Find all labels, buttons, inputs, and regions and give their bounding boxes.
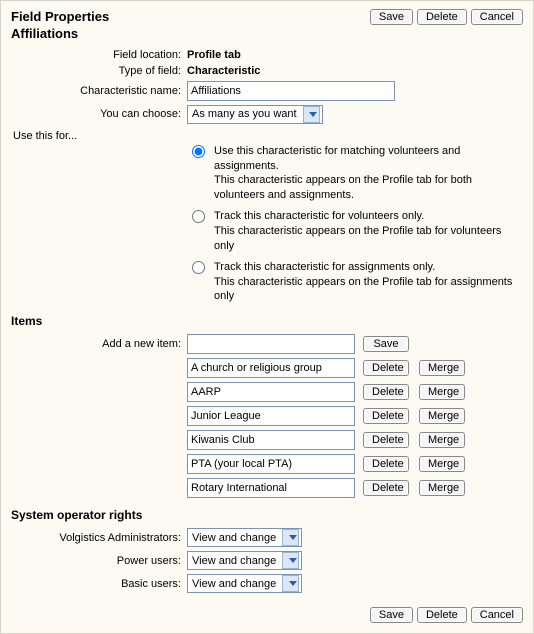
use-this-for-label: Use this for... xyxy=(13,130,523,142)
item-delete-button[interactable]: Delete xyxy=(363,480,409,496)
titles: Field Properties Affiliations xyxy=(11,9,109,43)
item-merge-button[interactable]: Merge xyxy=(419,480,465,496)
item-delete-button[interactable]: Delete xyxy=(363,456,409,472)
you-can-choose-select[interactable]: As many as you want xyxy=(187,105,323,124)
use-for-option: Use this characteristic for matching vol… xyxy=(187,144,523,203)
characteristic-name-label: Characteristic name: xyxy=(11,85,181,97)
use-for-text: Use this characteristic for matching vol… xyxy=(214,144,523,203)
you-can-choose-value: As many as you want xyxy=(192,108,297,120)
item-merge-button[interactable]: Merge xyxy=(419,456,465,472)
chevron-down-icon xyxy=(282,575,299,592)
rights-value: View and change xyxy=(192,532,276,544)
rights-select[interactable]: View and change xyxy=(187,551,302,570)
use-for-option: Track this characteristic for assignment… xyxy=(187,260,523,305)
item-merge-button[interactable]: Merge xyxy=(419,360,465,376)
rights-label: Power users: xyxy=(11,555,181,567)
type-of-field-label: Type of field: xyxy=(11,65,181,77)
use-for-line1: Use this characteristic for matching vol… xyxy=(214,144,523,174)
use-for-radio[interactable] xyxy=(192,145,205,158)
use-for-line1: Track this characteristic for volunteers… xyxy=(214,209,523,224)
delete-button[interactable]: Delete xyxy=(417,9,467,25)
footer-cancel-button[interactable]: Cancel xyxy=(471,607,523,623)
item-name-input[interactable] xyxy=(187,478,355,498)
add-new-item-label: Add a new item: xyxy=(11,338,181,350)
use-for-text: Track this characteristic for volunteers… xyxy=(214,209,523,254)
item-delete-button[interactable]: Delete xyxy=(363,432,409,448)
use-for-line2: This characteristic appears on the Profi… xyxy=(214,275,523,305)
use-this-for-group: Use this characteristic for matching vol… xyxy=(181,144,523,304)
you-can-choose-label: You can choose: xyxy=(11,108,181,120)
add-item-save-button[interactable]: Save xyxy=(363,336,409,352)
save-button[interactable]: Save xyxy=(370,9,413,25)
field-properties-panel: Field Properties Affiliations Save Delet… xyxy=(0,0,534,634)
field-location-label: Field location: xyxy=(11,49,181,61)
field-location-value: Profile tab xyxy=(187,49,523,61)
rights-select[interactable]: View and change xyxy=(187,574,302,593)
page-subtitle: Affiliations xyxy=(11,26,109,43)
add-new-item-input[interactable] xyxy=(187,334,355,354)
rights-select[interactable]: View and change xyxy=(187,528,302,547)
item-name-input[interactable] xyxy=(187,406,355,426)
item-name-input[interactable] xyxy=(187,454,355,474)
cancel-button[interactable]: Cancel xyxy=(471,9,523,25)
header: Field Properties Affiliations Save Delet… xyxy=(11,9,523,43)
item-delete-button[interactable]: Delete xyxy=(363,384,409,400)
use-for-line2: This characteristic appears on the Profi… xyxy=(214,173,523,203)
type-of-field-value: Characteristic xyxy=(187,65,523,77)
rights-label: Volgistics Administrators: xyxy=(11,532,181,544)
item-delete-button[interactable]: Delete xyxy=(363,408,409,424)
use-for-line2: This characteristic appears on the Profi… xyxy=(214,224,523,254)
item-name-input[interactable] xyxy=(187,430,355,450)
header-buttons: Save Delete Cancel xyxy=(370,9,523,25)
item-name-input[interactable] xyxy=(187,358,355,378)
items-heading: Items xyxy=(11,314,523,328)
page-title: Field Properties xyxy=(11,9,109,26)
chevron-down-icon xyxy=(303,106,320,123)
item-merge-button[interactable]: Merge xyxy=(419,384,465,400)
rights-value: View and change xyxy=(192,578,276,590)
basic-fields: Field location: Profile tab Type of fiel… xyxy=(11,49,523,124)
item-merge-button[interactable]: Merge xyxy=(419,408,465,424)
item-delete-button[interactable]: Delete xyxy=(363,360,409,376)
use-for-option: Track this characteristic for volunteers… xyxy=(187,209,523,254)
items-grid: Add a new item: Save Delete Merge Delete Me… xyxy=(11,334,523,498)
chevron-down-icon xyxy=(282,529,299,546)
use-for-radio[interactable] xyxy=(192,261,205,274)
chevron-down-icon xyxy=(282,552,299,569)
footer-buttons: Save Delete Cancel xyxy=(11,607,523,623)
footer-delete-button[interactable]: Delete xyxy=(417,607,467,623)
footer-save-button[interactable]: Save xyxy=(370,607,413,623)
use-for-radio[interactable] xyxy=(192,210,205,223)
rights-heading: System operator rights xyxy=(11,508,523,522)
rights-value: View and change xyxy=(192,555,276,567)
item-merge-button[interactable]: Merge xyxy=(419,432,465,448)
characteristic-name-input[interactable] xyxy=(187,81,395,101)
rights-label: Basic users: xyxy=(11,578,181,590)
use-for-text: Track this characteristic for assignment… xyxy=(214,260,523,305)
use-for-line1: Track this characteristic for assignment… xyxy=(214,260,523,275)
item-name-input[interactable] xyxy=(187,382,355,402)
rights-grid: Volgistics Administrators: View and chang… xyxy=(11,528,523,593)
